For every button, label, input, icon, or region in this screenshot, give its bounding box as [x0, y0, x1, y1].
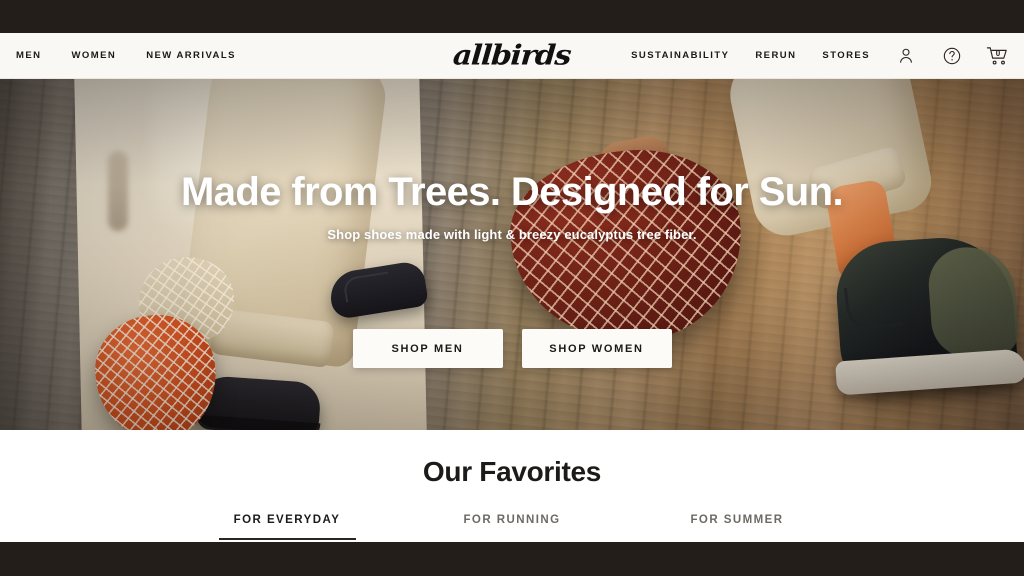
nav-link-new-arrivals[interactable]: NEW ARRIVALS: [144, 47, 238, 65]
primary-nav-right: SUSTAINABILITY RERUN STORES 0: [629, 33, 1010, 79]
hero-subheadline: Shop shoes made with light & breezy euca…: [327, 227, 697, 242]
bottom-letterbox-band: [0, 542, 1024, 576]
primary-nav-left: MEN WOMEN NEW ARRIVALS: [14, 33, 238, 79]
hero-banner: Made from Trees. Designed for Sun. Shop …: [0, 79, 1024, 430]
nav-link-stores[interactable]: STORES: [820, 47, 872, 65]
hero-photo: [0, 79, 1024, 430]
user-icon: [900, 48, 912, 63]
nav-link-sustainability[interactable]: SUSTAINABILITY: [629, 47, 731, 65]
allbirds-wordmark[interactable]: allbirds: [452, 39, 571, 71]
tab-for-summer[interactable]: FOR SUMMER: [625, 514, 850, 540]
favorites-tabs: FOR EVERYDAY FOR RUNNING FOR SUMMER: [0, 514, 1024, 540]
hero-vignette: [0, 79, 1024, 430]
hero-headline: Made from Trees. Designed for Sun.: [181, 170, 844, 214]
nav-link-rerun[interactable]: RERUN: [753, 47, 798, 65]
top-letterbox-band: [0, 0, 1024, 33]
hero-cta-group: SHOP MEN SHOP WOMEN: [0, 329, 1024, 368]
help-button[interactable]: [940, 44, 964, 68]
hero-copy: Made from Trees. Designed for Sun. Shop …: [0, 171, 1024, 242]
cart-button[interactable]: 0: [986, 44, 1010, 68]
account-button[interactable]: [894, 44, 918, 68]
shopping-cart-icon: [986, 47, 1007, 65]
tab-for-running[interactable]: FOR RUNNING: [400, 514, 625, 540]
shop-men-button[interactable]: SHOP MEN: [352, 329, 503, 368]
page-root: MEN WOMEN NEW ARRIVALS allbirds SUSTAINA…: [0, 0, 1024, 576]
favorites-heading: Our Favorites: [422, 456, 602, 487]
nav-link-men[interactable]: MEN: [14, 47, 43, 65]
shop-women-button[interactable]: SHOP WOMEN: [521, 329, 672, 368]
tab-for-everyday[interactable]: FOR EVERYDAY: [175, 514, 400, 540]
question-mark-circle-icon: [943, 47, 961, 65]
nav-link-women[interactable]: WOMEN: [69, 47, 118, 65]
site-header: MEN WOMEN NEW ARRIVALS allbirds SUSTAINA…: [0, 33, 1024, 79]
favorites-section: Our Favorites FOR EVERYDAY FOR RUNNING F…: [0, 430, 1024, 542]
